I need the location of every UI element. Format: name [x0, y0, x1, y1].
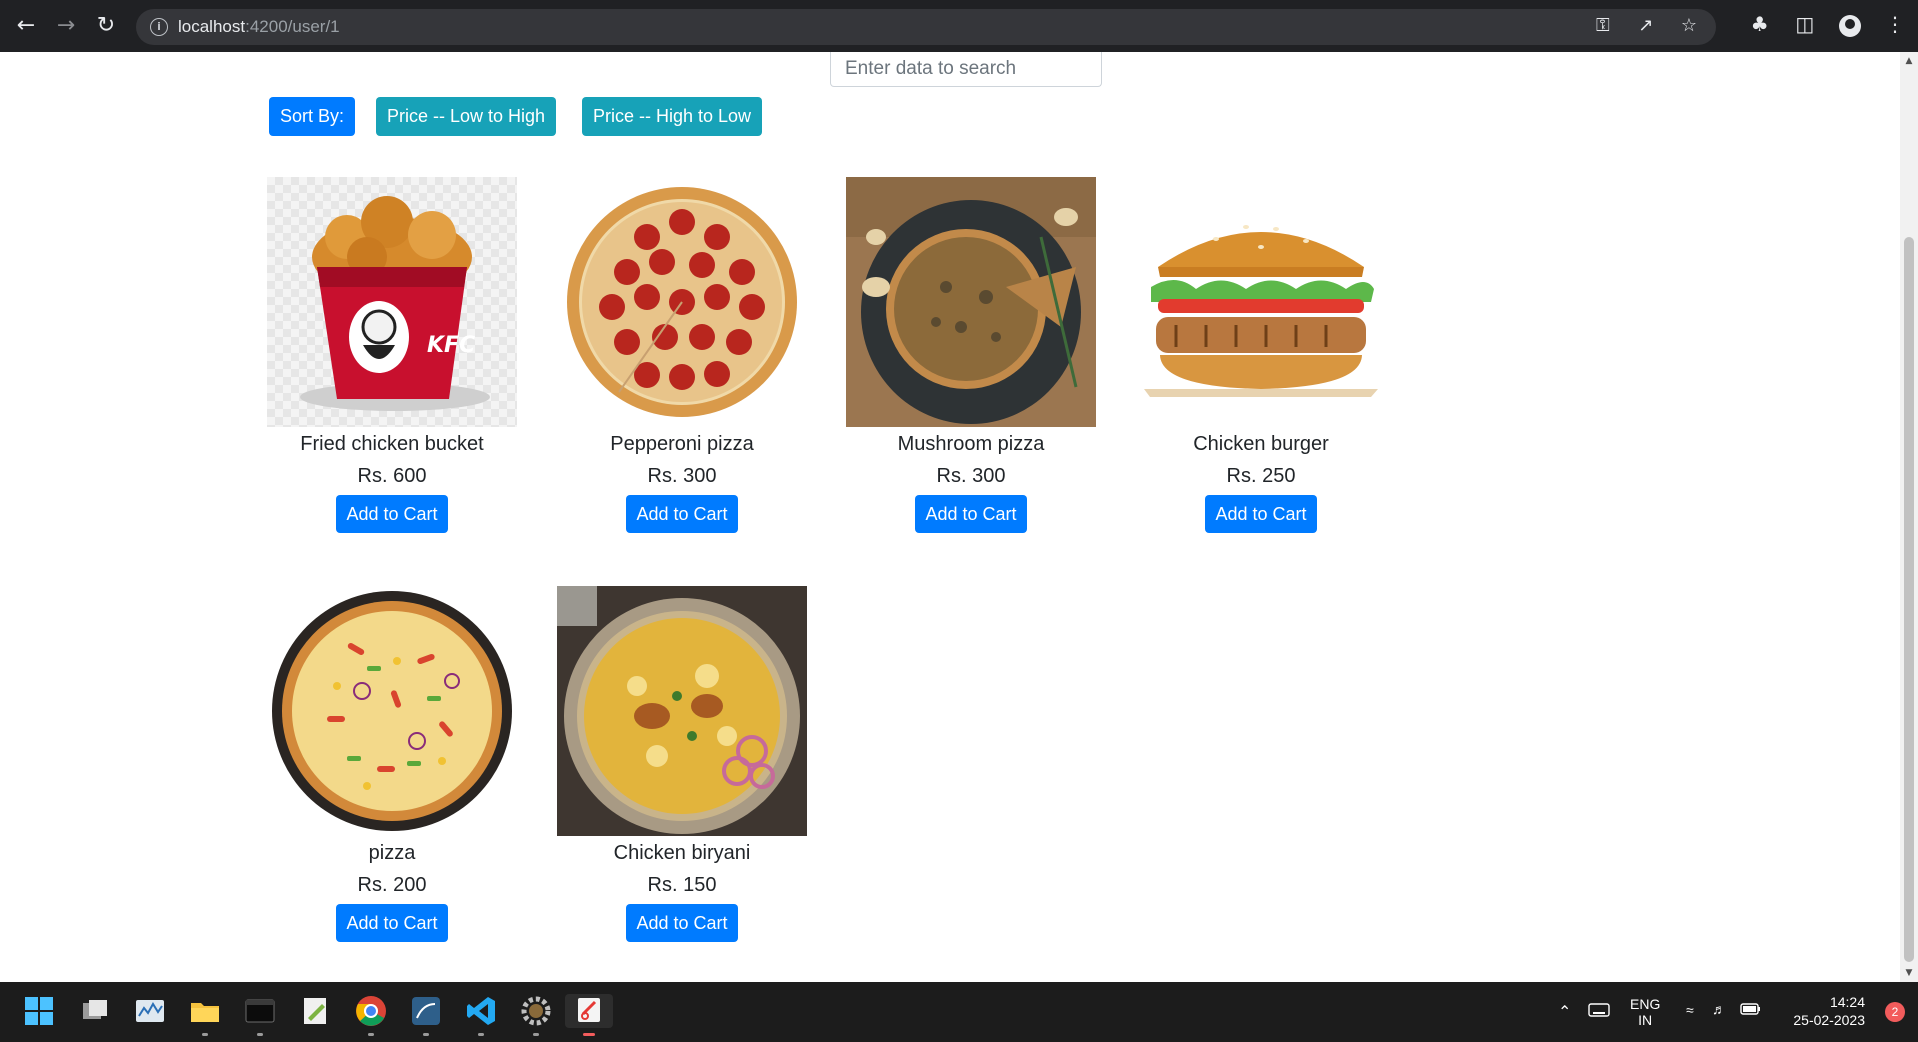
- share-icon[interactable]: ↗: [1633, 15, 1659, 39]
- chevron-up-icon[interactable]: ⌃: [1558, 1002, 1571, 1022]
- profile-icon[interactable]: [1835, 12, 1865, 40]
- wifi-icon[interactable]: ≈: [1686, 1002, 1694, 1018]
- settings-gear-icon[interactable]: [519, 994, 553, 1036]
- snipping-tool-icon[interactable]: [565, 994, 613, 1036]
- clock-date: 25-02-2023: [1793, 1012, 1865, 1028]
- forward-icon[interactable]: →: [50, 10, 82, 42]
- menu-kebab-icon[interactable]: ⋮: [1880, 12, 1910, 40]
- task-manager-icon[interactable]: [133, 994, 167, 1028]
- volume-icon[interactable]: ♬: [1712, 1001, 1726, 1017]
- product-name: Chicken biryani: [613, 842, 751, 864]
- product-card: Pepperoni pizza Rs. 300 Add to Cart: [557, 177, 807, 533]
- search-input[interactable]: [830, 52, 1102, 87]
- add-to-cart-button[interactable]: Add to Cart: [915, 495, 1027, 533]
- svg-text:KFC: KFC: [427, 333, 475, 358]
- add-to-cart-button[interactable]: Add to Cart: [626, 904, 738, 942]
- clock[interactable]: 14:24 25-02-2023: [1775, 994, 1865, 1028]
- url-host: localhost: [178, 17, 246, 36]
- page-scrollbar[interactable]: ▲ ▼: [1900, 52, 1918, 982]
- back-icon[interactable]: ←: [10, 10, 42, 42]
- sort-by-button[interactable]: Sort By:: [269, 97, 356, 136]
- product-price: Rs. 600: [357, 465, 427, 487]
- clock-time: 14:24: [1829, 994, 1865, 1010]
- product-card: Chicken burger Rs. 250 Add to Cart: [1136, 177, 1386, 533]
- windows-taskbar: ⌃ ENG IN ≈ ♬ 14:24 25-02-2023 2: [0, 982, 1918, 1042]
- language-code: ENG: [1630, 996, 1661, 1012]
- browser-toolbar: ← → ↻ i localhost:4200/user/1 ⚿ ↗ ☆ ♣ ◫ …: [0, 0, 1918, 52]
- scroll-down-icon[interactable]: ▼: [1904, 968, 1914, 978]
- add-to-cart-button[interactable]: Add to Cart: [626, 495, 738, 533]
- reload-icon[interactable]: ↻: [90, 10, 122, 42]
- chicken-biryani-image: [557, 586, 807, 836]
- info-icon[interactable]: i: [150, 18, 168, 36]
- address-bar[interactable]: i localhost:4200/user/1 ⚿ ↗ ☆: [136, 9, 1716, 45]
- extensions-icon[interactable]: ♣: [1745, 12, 1775, 40]
- product-card: Chicken biryani Rs. 150 Add to Cart: [557, 586, 807, 942]
- product-name: Mushroom pizza: [897, 433, 1045, 455]
- product-name: pizza: [368, 842, 416, 864]
- mushroom-pizza-image: [846, 177, 1096, 427]
- task-view-icon[interactable]: [78, 994, 112, 1028]
- url-text[interactable]: localhost:4200/user/1: [178, 17, 340, 37]
- notification-badge[interactable]: 2: [1885, 1002, 1905, 1022]
- fried-chicken-bucket-image: KFC: [267, 177, 517, 427]
- notepad-plus-icon[interactable]: [298, 994, 332, 1028]
- chrome-icon[interactable]: [354, 994, 388, 1036]
- add-to-cart-button[interactable]: Add to Cart: [336, 904, 448, 942]
- product-card: pizza Rs. 200 Add to Cart: [267, 586, 517, 942]
- product-price: Rs. 200: [357, 874, 427, 896]
- sort-low-to-high-button[interactable]: Price -- Low to High: [376, 97, 557, 136]
- product-price: Rs. 250: [1226, 465, 1296, 487]
- sort-high-to-low-button[interactable]: Price -- High to Low: [582, 97, 763, 136]
- chicken-burger-image: [1136, 177, 1386, 427]
- battery-icon[interactable]: [1740, 1001, 1762, 1020]
- product-name: Chicken burger: [1193, 433, 1329, 455]
- page-content: Sort By: Price -- Low to High Price -- H…: [0, 52, 1900, 982]
- product-name: Pepperoni pizza: [610, 433, 754, 455]
- system-tray: ⌃ ENG IN ≈ ♬ 14:24 25-02-2023 2: [1518, 982, 1918, 1042]
- region-code: IN: [1638, 1012, 1653, 1028]
- language-indicator[interactable]: ENG IN: [1630, 996, 1660, 1028]
- add-to-cart-button[interactable]: Add to Cart: [336, 495, 448, 533]
- product-price: Rs. 300: [647, 465, 717, 487]
- terminal-icon[interactable]: [243, 994, 277, 1036]
- product-price: Rs. 150: [647, 874, 717, 896]
- product-price: Rs. 300: [936, 465, 1006, 487]
- bookmark-star-icon[interactable]: ☆: [1676, 15, 1702, 39]
- url-path: :4200/user/1: [245, 17, 340, 36]
- pepperoni-pizza-image: [557, 177, 807, 427]
- file-explorer-icon[interactable]: [188, 994, 222, 1036]
- add-to-cart-button[interactable]: Add to Cart: [1205, 495, 1317, 533]
- vscode-icon[interactable]: [464, 994, 498, 1036]
- scrollbar-thumb[interactable]: [1904, 237, 1914, 962]
- keyboard-icon[interactable]: [1588, 1002, 1610, 1021]
- product-card: Mushroom pizza Rs. 300 Add to Cart: [846, 177, 1096, 533]
- pizza-image: [267, 586, 517, 836]
- side-panel-icon[interactable]: ◫: [1790, 12, 1820, 40]
- scroll-up-icon[interactable]: ▲: [1904, 56, 1914, 66]
- key-icon[interactable]: ⚿: [1590, 15, 1616, 39]
- mysql-workbench-icon[interactable]: [409, 994, 443, 1036]
- product-name: Fried chicken bucket: [300, 433, 484, 455]
- product-card: KFC Fried chicken bucket Rs. 600 Add to …: [267, 177, 517, 533]
- windows-start-icon[interactable]: [22, 994, 56, 1028]
